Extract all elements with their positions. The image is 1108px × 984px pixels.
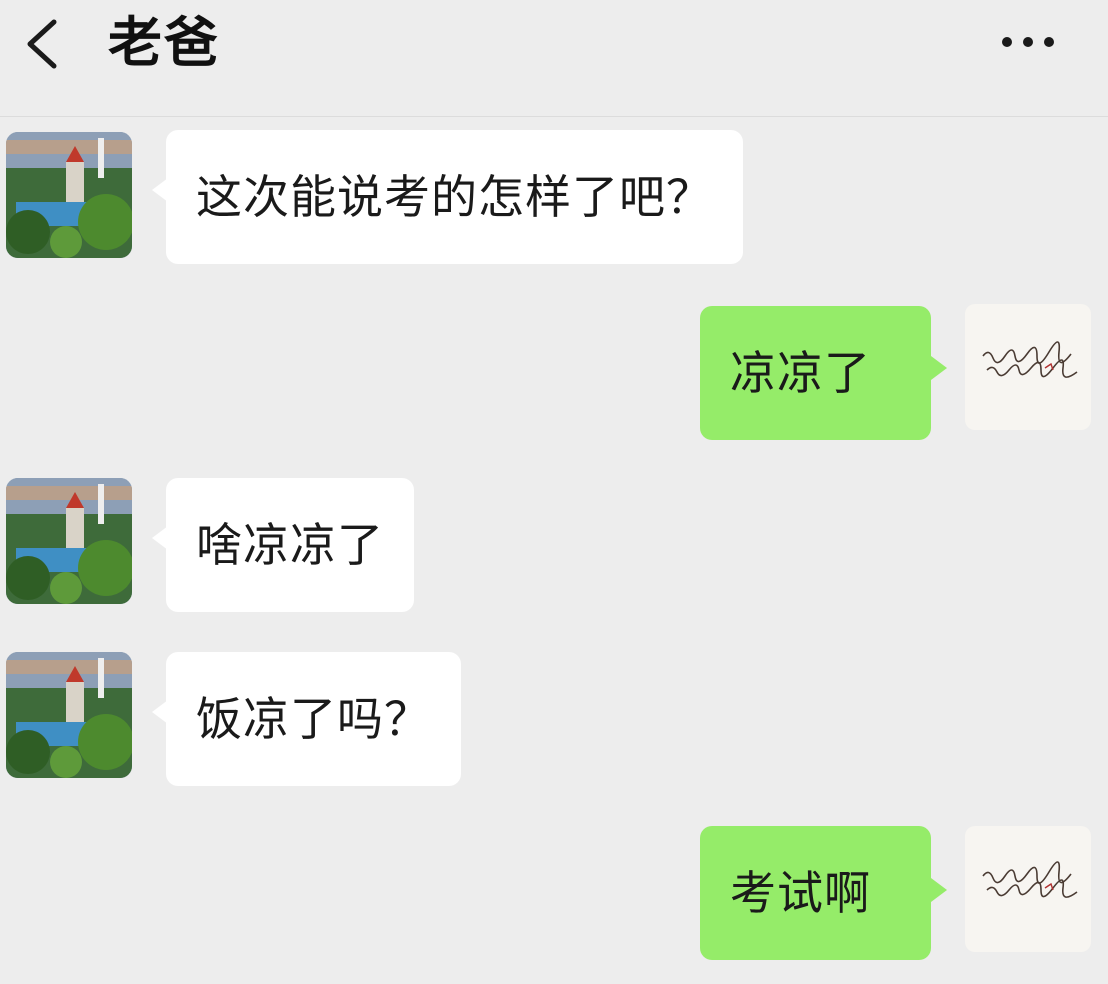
message-row: 考试啊 [0, 826, 1108, 962]
incoming-message-bubble[interactable]: 饭凉了吗？ [166, 652, 461, 786]
chat-header: 老爸 [0, 0, 1108, 117]
bubble-tail [931, 356, 947, 380]
message-row: 这次能说考的怎样了吧？ [0, 130, 1108, 266]
landscape-photo-icon [6, 132, 132, 258]
outgoing-message-bubble[interactable]: 凉凉了 [700, 306, 931, 440]
chat-title: 老爸 [108, 11, 220, 74]
handwriting-avatar-icon [982, 861, 1078, 898]
my-avatar[interactable] [965, 826, 1091, 952]
chevron-left-icon [27, 19, 57, 69]
dad-avatar[interactable] [6, 132, 132, 258]
handwriting-avatar-icon [982, 341, 1078, 378]
landscape-photo-icon [6, 652, 132, 778]
bubble-tail [931, 878, 947, 902]
chat-screen: 老爸 这次能说考的怎样了吧？ 凉凉了 啥凉凉了 饭凉了吗？ 考试啊 [0, 0, 1108, 984]
incoming-message-bubble[interactable]: 啥凉凉了 [166, 478, 414, 612]
message-row: 凉凉了 [0, 304, 1108, 440]
message-row: 饭凉了吗？ [0, 652, 1108, 788]
dad-avatar[interactable] [6, 478, 132, 604]
back-button[interactable] [18, 14, 68, 74]
incoming-message-bubble[interactable]: 这次能说考的怎样了吧？ [166, 130, 743, 264]
outgoing-message-bubble[interactable]: 考试啊 [700, 826, 931, 960]
my-avatar[interactable] [965, 304, 1091, 430]
landscape-photo-icon [6, 478, 132, 604]
dad-avatar[interactable] [6, 652, 132, 778]
more-button[interactable] [996, 28, 1060, 56]
message-row: 啥凉凉了 [0, 478, 1108, 614]
